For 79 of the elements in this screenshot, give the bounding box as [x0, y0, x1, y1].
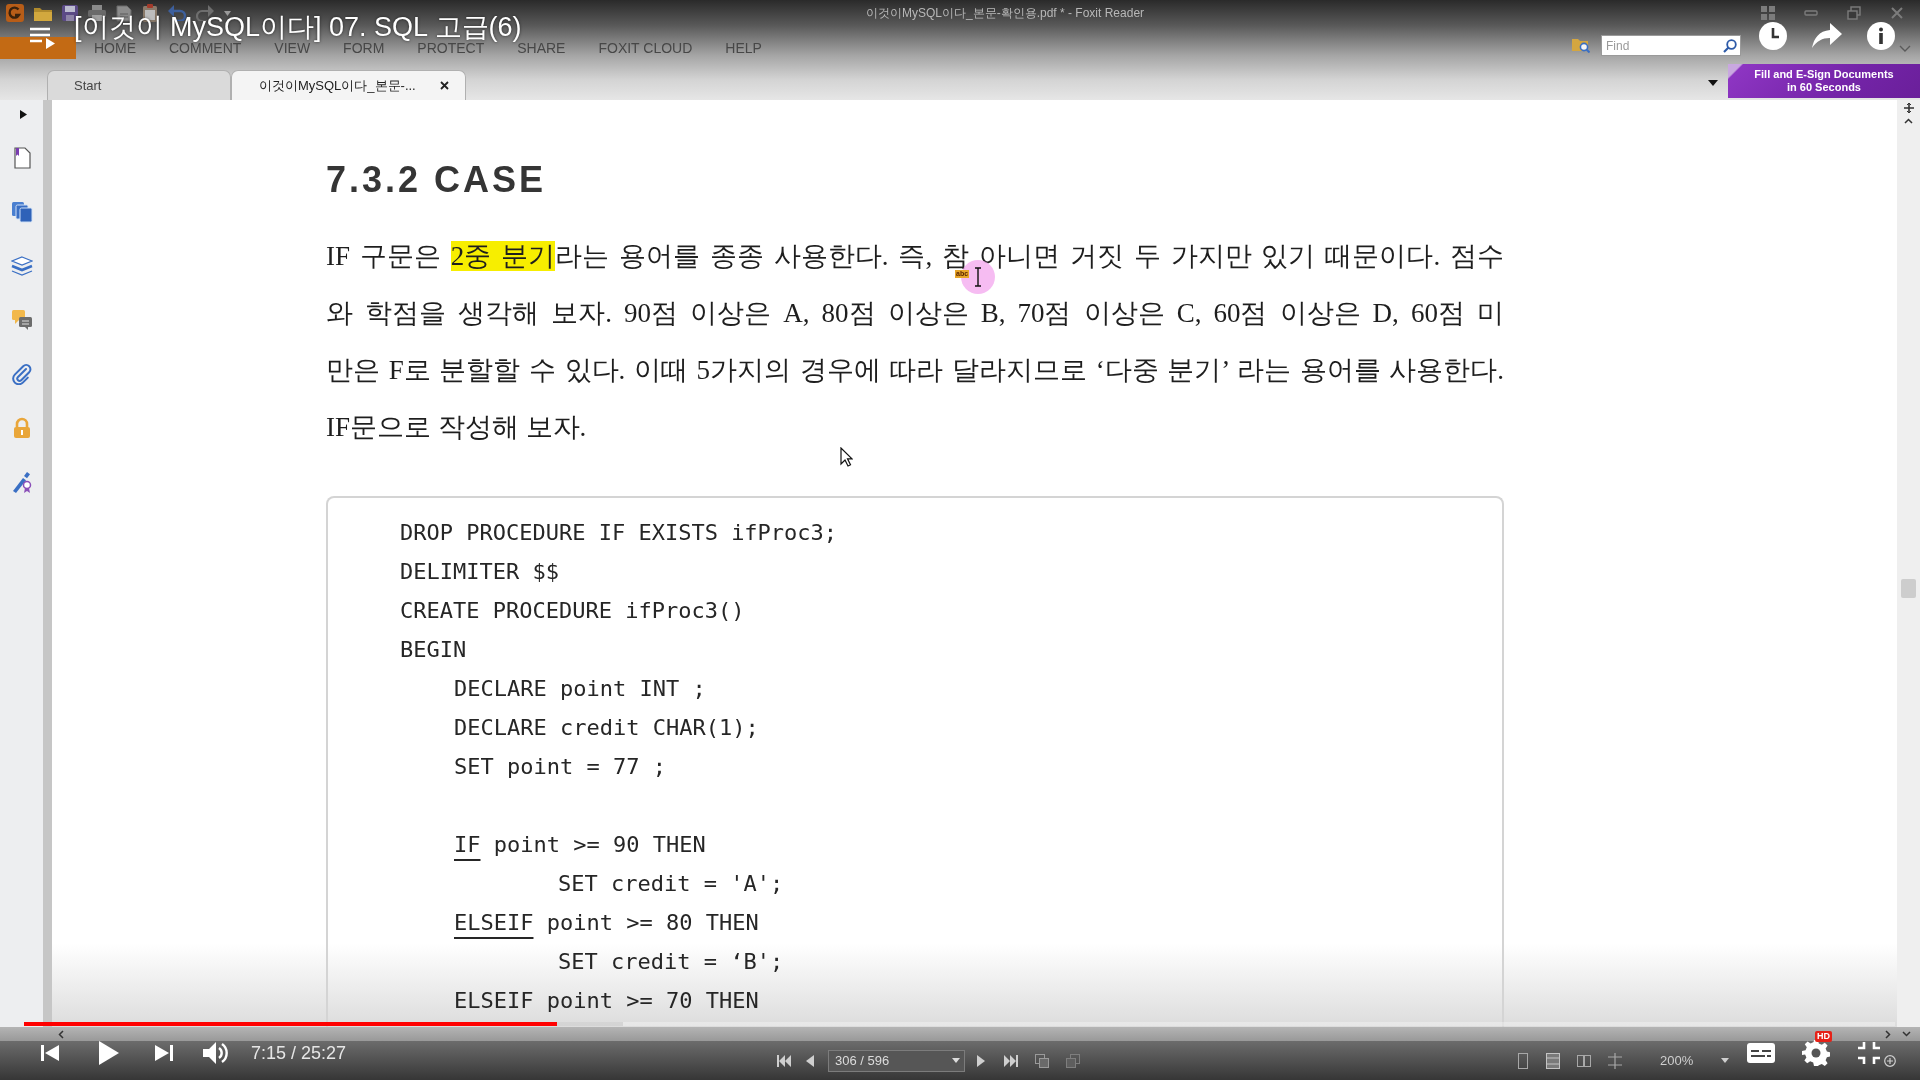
split-icon[interactable]	[1903, 103, 1914, 113]
code-line: DELIMITER $$	[400, 558, 559, 586]
exit-fullscreen-icon[interactable]	[1856, 1041, 1882, 1065]
code-line: SET credit = ‘B';	[558, 948, 784, 976]
close-icon[interactable]	[440, 81, 449, 90]
tab-list-icon[interactable]	[1708, 80, 1718, 86]
layers-icon[interactable]	[10, 255, 33, 277]
code-line: CREATE PROCEDURE ifProc3()	[400, 597, 745, 625]
facing-pages-icon[interactable]	[1577, 1052, 1591, 1069]
promo-banner[interactable]: Fill and E-Sign Documents in 60 Seconds	[1728, 64, 1920, 98]
tab[interactable]: Start	[47, 70, 231, 100]
section-heading: 7.3.2 CASE	[326, 160, 547, 200]
code-line: ELSEIF point >= 80 THEN	[454, 909, 759, 937]
caret-icon[interactable]	[952, 1058, 960, 1063]
previous-view-icon[interactable]	[1035, 1053, 1049, 1068]
code-line: DROP PROCEDURE IF EXISTS ifProc3;	[400, 519, 838, 547]
code-line: ELSEIF point >= 70 THEN	[454, 987, 759, 1015]
mouse-pointer-icon	[840, 447, 853, 467]
menu-item[interactable]: FORM	[343, 40, 385, 56]
quality-badge: HD	[1815, 1031, 1832, 1042]
zoom-in-icon[interactable]	[1884, 1054, 1897, 1067]
playlist-icon[interactable]	[28, 25, 56, 49]
menu-item[interactable]: SHARE	[517, 40, 566, 56]
scrollbar-thumb[interactable]	[1901, 579, 1916, 598]
info-icon[interactable]	[1866, 21, 1896, 51]
scroll-up-icon[interactable]	[1904, 118, 1913, 124]
clock-icon[interactable]	[1758, 21, 1788, 51]
caret-icon[interactable]	[224, 10, 231, 16]
scroll-left-icon[interactable]	[58, 1029, 64, 1039]
menu-item[interactable]: FOXIT CLOUD	[598, 40, 693, 56]
grid-icon[interactable]	[1761, 6, 1775, 20]
previous-page-icon[interactable]	[806, 1054, 814, 1067]
play-icon[interactable]	[99, 1041, 119, 1065]
scroll-right-icon[interactable]	[1885, 1029, 1891, 1039]
comments-icon[interactable]	[10, 309, 33, 331]
app-logo-icon[interactable]	[6, 4, 24, 22]
file-menu-tab[interactable]	[0, 37, 76, 59]
progress-track[interactable]	[24, 1022, 1895, 1026]
subtitles-icon[interactable]	[1747, 1043, 1775, 1063]
folder-icon[interactable]	[34, 5, 52, 21]
pages-icon[interactable]	[10, 201, 33, 223]
page-number-field[interactable]: 306 / 596	[828, 1049, 965, 1072]
pen-badge-icon[interactable]	[10, 471, 33, 493]
previous-icon[interactable]	[41, 1044, 59, 1062]
continuous-page-icon[interactable]	[1546, 1052, 1560, 1069]
next-page-icon[interactable]	[977, 1054, 985, 1067]
dropdown-icon[interactable]	[1899, 45, 1911, 52]
caret-icon[interactable]	[1721, 1058, 1730, 1063]
folder-search-icon[interactable]	[1572, 37, 1590, 53]
code-line: DECLARE point INT ;	[454, 675, 706, 703]
restore-icon[interactable]	[1847, 6, 1861, 20]
code-line: SET credit = 'A';	[558, 870, 784, 898]
search-field[interactable]: Find	[1601, 35, 1741, 56]
continuous-facing-icon[interactable]	[1608, 1052, 1622, 1069]
time-display: 7:15 / 25:27	[251, 1042, 347, 1064]
share-icon[interactable]	[1812, 23, 1842, 49]
last-page-icon[interactable]	[1004, 1054, 1018, 1067]
first-page-icon[interactable]	[777, 1054, 791, 1067]
single-page-icon[interactable]	[1516, 1052, 1530, 1069]
expand-arrow-icon[interactable]	[20, 110, 27, 119]
save-icon[interactable]	[62, 5, 78, 21]
menu-item[interactable]: PROTECT	[417, 40, 485, 56]
window-title: 이것이MySQL이다_본문-확인용.pdf * - Foxit Reader	[866, 6, 1145, 20]
menu-item[interactable]: HELP	[725, 40, 762, 56]
code-line: BEGIN	[400, 636, 467, 664]
video-title[interactable]: [이것이 MySQL이다] 07. SQL 고급(6)	[74, 12, 522, 42]
settings-icon[interactable]	[1802, 1040, 1830, 1066]
menu-item[interactable]: HOME	[94, 40, 136, 56]
paperclip-icon[interactable]	[10, 363, 33, 385]
volume-icon[interactable]	[203, 1041, 231, 1065]
menu-item[interactable]: VIEW	[274, 40, 311, 56]
code-line: DECLARE credit CHAR(1);	[454, 714, 759, 742]
scroll-down-icon[interactable]	[1902, 1031, 1911, 1037]
code-line: IF point >= 90 THEN	[454, 831, 706, 859]
next-icon[interactable]	[155, 1044, 173, 1062]
code-line: SET point = 77 ;	[454, 753, 666, 781]
tab[interactable]: 이것이MySQL이다_본문-...	[231, 70, 466, 100]
zoom-level[interactable]: 200%	[1660, 1050, 1694, 1071]
search-icon[interactable]	[1723, 39, 1737, 53]
